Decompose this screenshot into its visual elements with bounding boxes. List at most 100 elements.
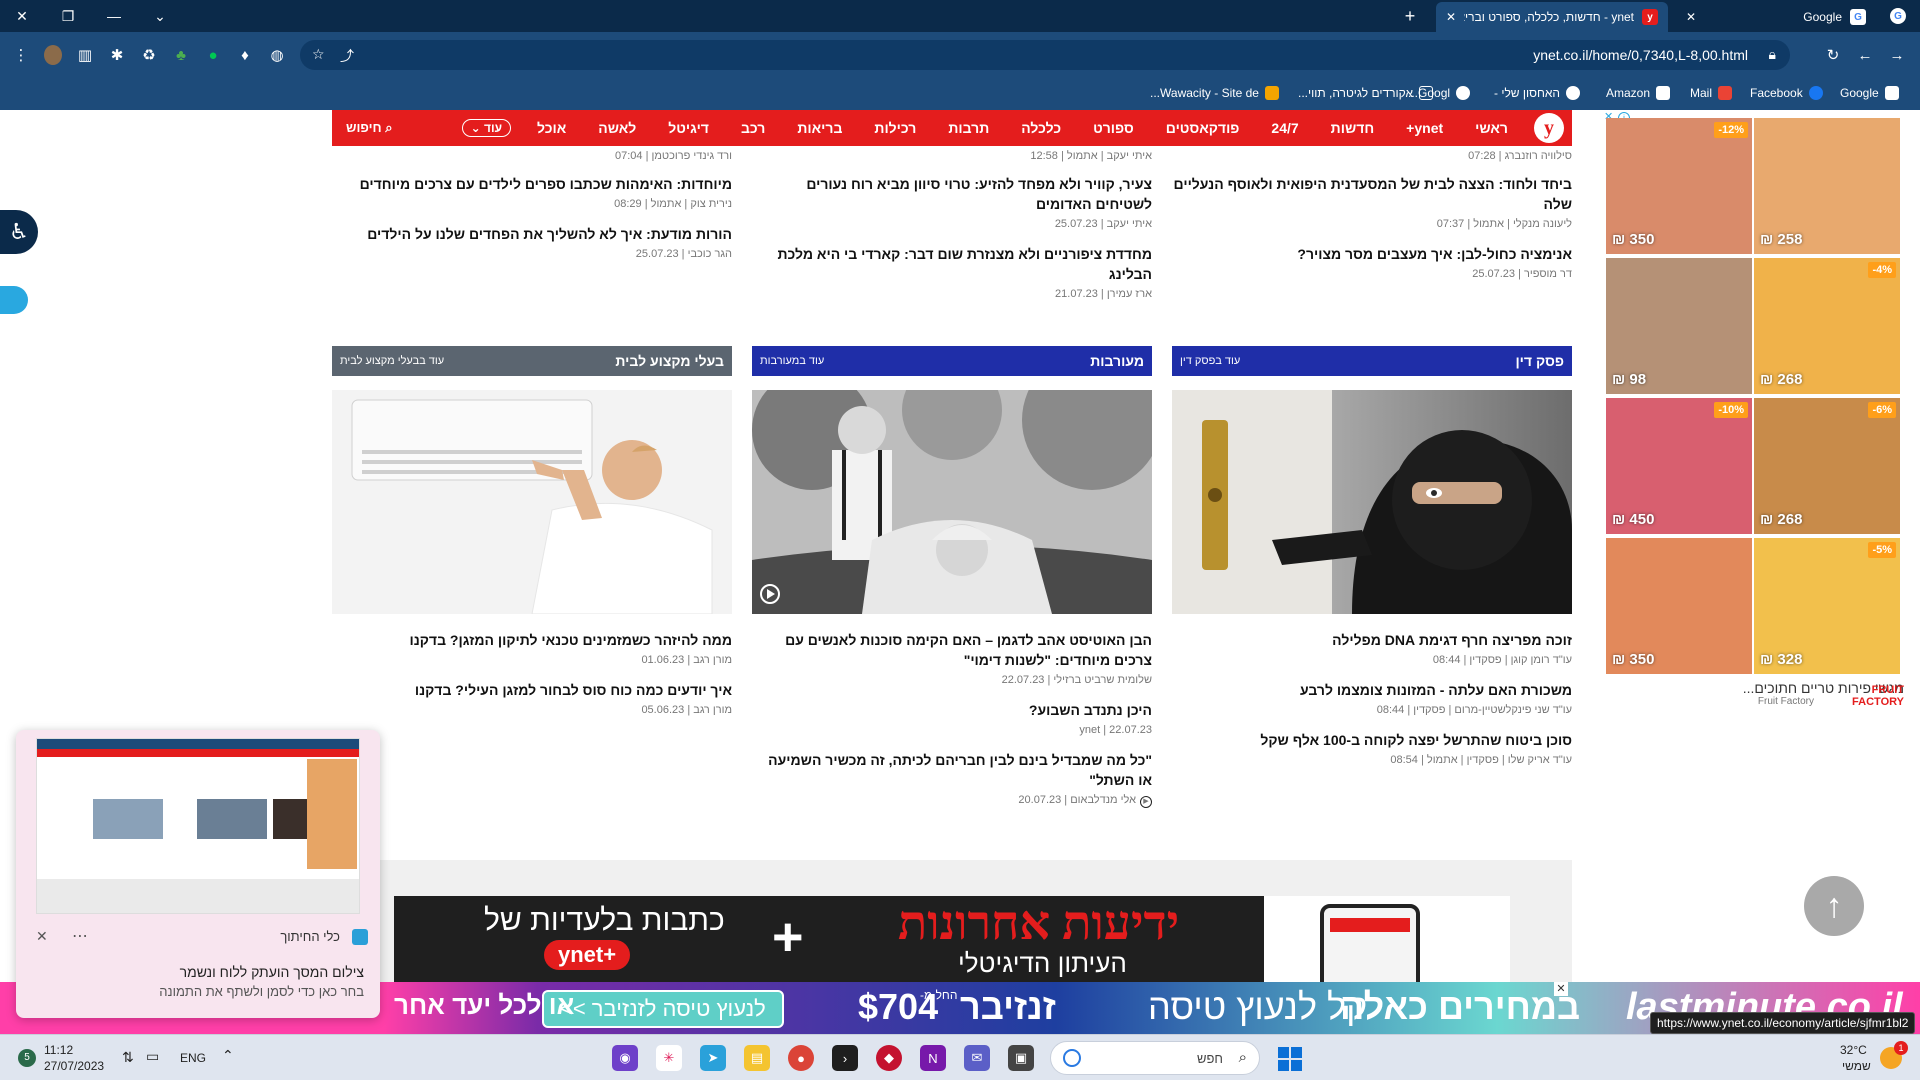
reload-icon[interactable]: ↻ — [1824, 46, 1842, 64]
nav-item[interactable]: ynet+ — [1390, 120, 1459, 136]
forward-icon[interactable]: → — [1888, 46, 1906, 64]
clock-date[interactable]: 27/07/2023 — [44, 1059, 104, 1073]
onenote-icon[interactable]: N — [920, 1045, 946, 1071]
story-headline[interactable]: היכן נתנדב השבוע? — [752, 700, 1152, 720]
nav-item[interactable]: 24/7 — [1255, 120, 1314, 136]
list-item[interactable]: משכורת האם עלתה - המזונות צומצמו לרבע עו… — [1172, 680, 1572, 716]
more-options-icon[interactable]: ⋯ — [72, 926, 88, 946]
app-gray-icon[interactable]: ▣ — [1008, 1045, 1034, 1071]
tab-close-icon[interactable]: ✕ — [1446, 10, 1456, 24]
ad-cta-button[interactable]: לנעוץ טיסה לזנזיבר >> — [542, 990, 784, 1028]
nav-item[interactable]: ספורט — [1077, 120, 1150, 136]
list-item[interactable]: ביחד ולחוד: הצצה לבית של המסעדנית היפואי… — [1172, 174, 1572, 230]
extensions-icon[interactable]: ✱ — [108, 46, 126, 64]
tab-google[interactable]: G Google ✕ — [1676, 2, 1876, 32]
story-headline[interactable]: הורות מודעת: איך לא להשליך את הפחדים שלנ… — [332, 224, 732, 244]
nav-search-button[interactable]: ⌕ חיפוש — [346, 120, 393, 136]
story-headline[interactable]: משכורת האם עלתה - המזונות צומצמו לרבע — [1172, 680, 1572, 700]
burglar-image[interactable] — [1172, 390, 1572, 614]
story-headline[interactable]: הבן האוטיסט אהב לדגמן – האם הקימה סוכנות… — [752, 630, 1152, 670]
section-more-link[interactable]: עוד בפסק דין — [1180, 355, 1240, 367]
extension-shield-icon[interactable]: ◍ — [268, 46, 286, 64]
list-item[interactable]: איך יודעים כמה כוח סוס לבחור למזגן העילי… — [332, 680, 732, 716]
bookmark-storage[interactable]: האחסון שלי - — [1494, 86, 1581, 100]
nav-item[interactable]: כלכלה — [1005, 120, 1077, 136]
chat-widget-button[interactable] — [0, 286, 28, 314]
menu-kebab-icon[interactable]: ⋮ — [12, 46, 30, 64]
product-tile[interactable]: ₪ 98 — [1606, 258, 1752, 394]
product-tile[interactable]: -10% ₪ 450 — [1606, 398, 1752, 534]
story-headline[interactable]: צעיר, קוויר ולא מפחד להזיע: טרוי סיוון מ… — [752, 174, 1152, 214]
list-item[interactable]: מיוחדות: האימהות שכתבו ספרים לילדים עם צ… — [332, 174, 732, 210]
screenshot-thumbnail[interactable] — [36, 738, 360, 914]
list-item[interactable]: אנימציה כחול-לבן: איך מעצבים מסר מצויר? … — [1172, 244, 1572, 280]
close-window-icon[interactable]: ✕ — [12, 6, 32, 26]
nav-item[interactable]: פודקאסטים — [1150, 120, 1256, 136]
nav-item[interactable]: תרבות — [932, 120, 1005, 136]
bookmark-wawacity[interactable]: Wawacity - Site de... — [1150, 86, 1279, 100]
story-headline[interactable]: "כל מה שמבדיל בינם לבין חבריהם לכיתה, זה… — [752, 750, 1152, 790]
section-more-link[interactable]: עוד במעורבות — [760, 355, 824, 367]
terminal-icon[interactable]: › — [832, 1045, 858, 1071]
nav-item[interactable]: לאשה — [582, 120, 652, 136]
clock-time[interactable]: 11:12 — [44, 1043, 73, 1057]
side-ad[interactable]: i ✕ ₪ 258 -12% ₪ 350 -4% ₪ 268 ₪ 98 -6% … — [1604, 110, 1906, 710]
bookmark-mail[interactable]: Mail — [1690, 86, 1733, 100]
chrome-icon[interactable]: ● — [788, 1045, 814, 1071]
nav-item[interactable]: אוכל — [521, 120, 582, 136]
list-item[interactable]: ממה להיזהר כשמזמינים טכנאי לתיקון המזגן?… — [332, 630, 733, 666]
chat-icon[interactable]: ✉ — [964, 1045, 990, 1071]
list-item[interactable]: היכן נתנדב השבוע? ynet | 22.07.23 — [752, 700, 1152, 736]
yedioth-banner[interactable]: כתבות בלעדיות של ynet+ + ידיעות אחרונות … — [394, 896, 1510, 982]
section-title[interactable]: פסק דין — [1515, 353, 1564, 369]
product-tile[interactable]: -12% ₪ 350 — [1606, 118, 1752, 254]
product-tile[interactable]: -5% ₪ 328 — [1754, 538, 1900, 674]
list-item[interactable]: הבן האוטיסט אהב לדגמן – האם הקימה סוכנות… — [752, 630, 1152, 686]
story-headline[interactable]: אנימציה כחול-לבן: איך מעצבים מסר מצויר? — [1172, 244, 1572, 264]
share-icon[interactable]: ⤴ — [340, 46, 354, 66]
avatar[interactable] — [44, 45, 62, 65]
bookmark-facebook[interactable]: Facebook — [1750, 86, 1823, 100]
sync-icon[interactable]: ⇅ — [122, 1049, 134, 1066]
notification-count-badge[interactable]: 5 — [18, 1049, 36, 1067]
weather-temp[interactable]: 32°C — [1840, 1043, 1867, 1057]
bookmark-amazon[interactable]: Amazon — [1606, 86, 1671, 100]
start-button[interactable] — [1278, 1047, 1302, 1071]
ad-close-icon[interactable]: ✕ — [1554, 982, 1568, 996]
telegram-icon[interactable]: ➤ — [700, 1045, 726, 1071]
list-item[interactable]: הורות מודעת: איך לא להשליך את הפחדים שלנ… — [332, 224, 732, 260]
scroll-to-top-button[interactable]: ↑ — [1804, 876, 1864, 936]
bookmark-chords[interactable]: אקורדים לגיטרה, תווי... — [1298, 86, 1434, 100]
nav-more-button[interactable]: עוד ⌄ — [461, 119, 512, 137]
list-item[interactable]: מחדדת ציפורניים ולא מצנזרת שום דבר: קארד… — [752, 244, 1152, 300]
list-item[interactable]: צעיר, קוויר ולא מפחד להזיע: טרוי סיוון מ… — [752, 174, 1152, 230]
story-headline[interactable]: ביחד ולחוד: הצצה לבית של המסעדנית היפואי… — [1172, 174, 1572, 214]
story-headline[interactable]: סוכן ביטוח שהתרשל יפצה לקוחה ב-100 אלף ש… — [1172, 730, 1572, 750]
horse-riding-image[interactable] — [752, 390, 1152, 614]
restore-window-icon[interactable]: ❐ — [58, 6, 78, 26]
address-bar[interactable]: ☆ ⤴ ynet.co.il/home/0,7340,L-8,00.html 🔒… — [300, 40, 1790, 70]
tab-list-chevron-icon[interactable]: ⌄ — [150, 6, 170, 26]
story-headline[interactable]: זוכה מפריצה חרף דגימת DNA מפלילה — [1172, 630, 1572, 650]
list-item[interactable]: סוכן ביטוח שהתרשל יפצה לקוחה ב-100 אלף ש… — [1172, 730, 1572, 766]
section-more-link[interactable]: עוד בבעלי מקצוע לבית — [340, 355, 444, 367]
story-headline[interactable]: מיוחדות: האימהות שכתבו ספרים לילדים עם צ… — [332, 174, 732, 194]
nav-item[interactable]: דיגיטל — [652, 120, 725, 136]
bookmark-google[interactable]: Google — [1840, 86, 1899, 100]
app-red-icon[interactable]: ◆ — [876, 1045, 902, 1071]
list-item[interactable]: "כל מה שמבדיל בינם לבין חבריהם לכיתה, זה… — [752, 750, 1152, 808]
section-title[interactable]: מעורבות — [1090, 353, 1144, 369]
nav-item[interactable]: ראשי — [1459, 120, 1524, 136]
star-icon[interactable]: ☆ — [312, 46, 325, 63]
close-icon[interactable]: ✕ — [36, 928, 48, 945]
extension-bulb-icon[interactable]: ♦ — [236, 46, 254, 64]
product-tile[interactable]: -4% ₪ 268 — [1754, 258, 1900, 394]
snipping-tool-notification[interactable]: כלי החיתוך ⋯ ✕ צילום המסך הועתק ללוח ונש… — [16, 730, 380, 1018]
story-headline[interactable]: מחדדת ציפורניים ולא מצנזרת שום דבר: קארד… — [752, 244, 1152, 284]
file-explorer-icon[interactable]: ▤ — [744, 1045, 770, 1071]
nav-item[interactable]: חדשות — [1315, 120, 1391, 136]
nav-item[interactable]: רכילות — [858, 120, 932, 136]
story-headline[interactable]: ממה להיזהר כשמזמינים טכנאי לתיקון המזגן?… — [332, 630, 733, 650]
story-headline[interactable]: איך יודעים כמה כוח סוס לבחור למזגן העילי… — [332, 680, 732, 700]
taskbar-search[interactable]: ⌕ חפש — [1050, 1041, 1260, 1075]
